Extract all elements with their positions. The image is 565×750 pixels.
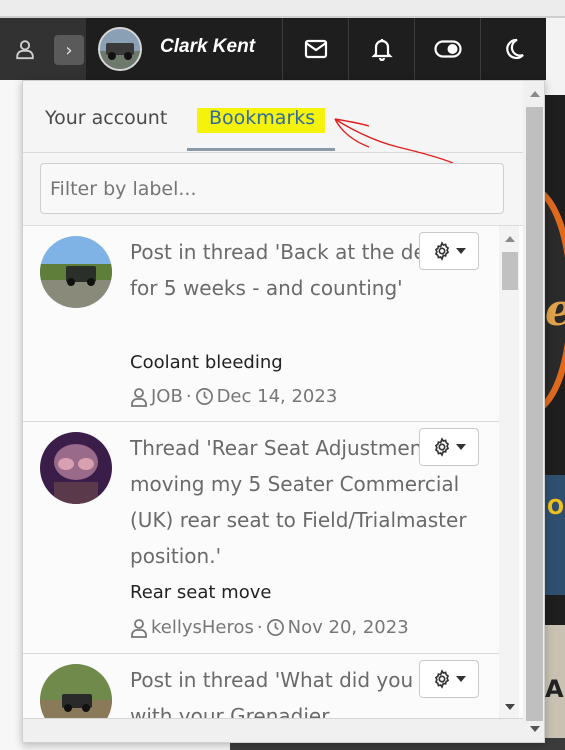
- bookmark-list: Post in thread 'Back at the dealer for 5…: [23, 225, 523, 718]
- toggle-icon: [433, 40, 462, 58]
- caret-down-icon: [456, 676, 466, 682]
- mail-icon: [304, 39, 327, 59]
- bookmark-author-link[interactable]: kellysHeros: [151, 617, 254, 638]
- bookmark-options-button[interactable]: [419, 232, 479, 270]
- caret-down-icon: [456, 444, 466, 450]
- meta-separator: ·: [256, 617, 263, 638]
- caret-down-icon: [456, 248, 466, 254]
- browser-top-strip: [0, 0, 565, 18]
- alerts-button[interactable]: [348, 18, 414, 80]
- moon-icon: [505, 38, 524, 60]
- account-menu-button[interactable]: Clark Kent: [86, 18, 282, 80]
- list-item[interactable]: Post in thread 'Back at the dealer for 5…: [23, 226, 499, 422]
- bookmark-options-button[interactable]: [419, 428, 479, 466]
- gear-icon: [434, 241, 450, 261]
- scroll-down-arrow-icon[interactable]: [530, 726, 540, 732]
- list-item[interactable]: Thread 'Rear Seat Adjustment - moving my…: [23, 422, 499, 654]
- bookmark-label: Coolant bleeding: [130, 352, 283, 373]
- list-scrollbar[interactable]: [499, 226, 519, 718]
- meta-separator: ·: [185, 386, 192, 407]
- list-item[interactable]: Post in thread 'What did you do with you…: [23, 654, 499, 718]
- clock-icon: [195, 388, 213, 405]
- menu-tabs: Your account Bookmarks: [23, 81, 523, 164]
- style-toggle-button[interactable]: [414, 18, 480, 80]
- user-icon[interactable]: [14, 38, 36, 60]
- bookmark-meta: kellysHeros · Nov 20, 2023: [130, 617, 409, 638]
- user-icon: [131, 618, 147, 638]
- clock-icon: [266, 619, 284, 636]
- red-arrow-annotation: [334, 118, 454, 164]
- avatar: [40, 432, 112, 504]
- user-icon: [131, 387, 147, 407]
- scroll-up-arrow-icon[interactable]: [530, 91, 540, 97]
- bookmark-label: Rear seat move: [130, 582, 272, 603]
- avatar: [40, 664, 112, 718]
- tab-bookmarks[interactable]: Bookmarks: [187, 99, 335, 151]
- list-scrollbar-thumb[interactable]: [502, 252, 518, 290]
- chevron-right-icon[interactable]: ›: [54, 35, 84, 65]
- dark-mode-button[interactable]: [480, 18, 546, 80]
- user-name: Clark Kent: [160, 36, 256, 57]
- gear-icon: [434, 669, 450, 689]
- gear-icon: [434, 437, 450, 457]
- avatar: [40, 236, 112, 308]
- avatar: [98, 27, 142, 71]
- list-scroll-up-icon[interactable]: [505, 236, 515, 242]
- bell-icon: [370, 39, 393, 61]
- inbox-button[interactable]: [282, 18, 348, 80]
- menu-scrollbar-thumb[interactable]: [526, 107, 543, 721]
- page-background-ads: e O A: [545, 95, 565, 750]
- bookmark-author-link[interactable]: JOB: [151, 386, 183, 407]
- list-scroll-down-icon[interactable]: [505, 704, 515, 710]
- nav-left-section: ›: [0, 18, 86, 80]
- bookmark-date: Nov 20, 2023: [287, 617, 409, 638]
- menu-footer: [23, 718, 523, 742]
- page-left-margin: [0, 18, 22, 750]
- filter-by-label-input[interactable]: [40, 163, 504, 214]
- tab-your-account[interactable]: Your account: [45, 107, 167, 129]
- tab-bookmarks-label: Bookmarks: [209, 107, 316, 129]
- bookmark-options-button[interactable]: [419, 660, 479, 698]
- account-dropdown-menu: Your account Bookmarks Filter by label..…: [22, 80, 545, 743]
- top-navbar: › Clark Kent: [0, 18, 546, 80]
- active-tab-underline: [187, 148, 335, 151]
- bookmark-meta: JOB · Dec 14, 2023: [130, 386, 337, 407]
- bookmark-date: Dec 14, 2023: [216, 386, 338, 407]
